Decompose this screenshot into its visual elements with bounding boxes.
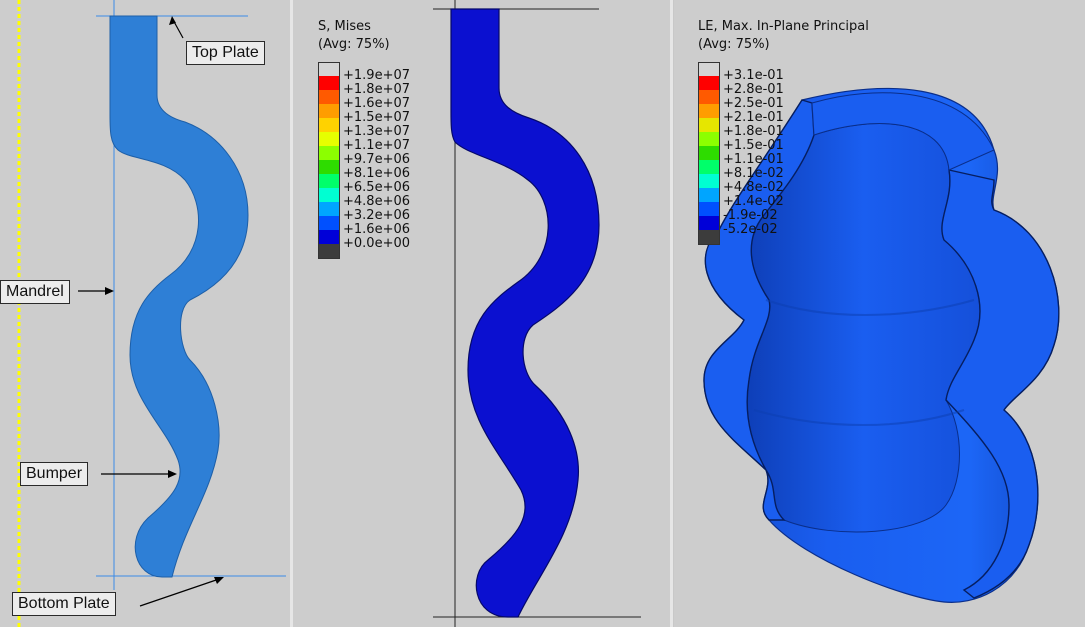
legend-tick-label: +1.6e+06 [343,222,410,237]
stress-legend-subtitle: (Avg: 75%) [318,37,390,52]
mandrel-callout: Mandrel [0,280,70,304]
legend-swatch [698,104,720,118]
strain-result-panel: LE, Max. In-Plane Principal (Avg: 75%) +… [674,0,1085,627]
legend-swatch [318,62,340,77]
legend-tick-label: +2.8e-01 [723,82,784,97]
bottom-plate-arrow [139,577,223,607]
legend-swatch [318,216,340,230]
legend-tick-label: +8.1e+06 [343,166,410,181]
legend-tick-label: +1.3e+07 [343,124,410,139]
top-plate-callout: Top Plate [186,41,265,65]
legend-tick-label: -1.9e-02 [723,208,778,223]
legend-swatch [698,216,720,230]
legend-tick-label: +1.9e+07 [343,68,410,83]
legend-tick-label: +1.5e+07 [343,110,410,125]
legend-tick-label: +1.8e+07 [343,82,410,97]
stress-legend-title: S, Mises [318,19,371,34]
legend-swatch [318,90,340,104]
legend-swatch [318,76,340,90]
legend-tick-label: +1.1e-01 [723,152,784,167]
bottom-plate-callout: Bottom Plate [12,592,116,616]
legend-tick-label: +1.8e-01 [723,124,784,139]
legend-tick-label: +1.5e-01 [723,138,784,153]
legend-swatch [318,118,340,132]
legend-swatch [698,174,720,188]
legend-swatch [318,188,340,202]
legend-tick-label: +6.5e+06 [343,180,410,195]
legend-swatch [698,188,720,202]
legend-swatch [318,132,340,146]
legend-tick-label: +8.1e-02 [723,166,784,181]
legend-tick-label: +3.1e-01 [723,68,784,83]
model-setup-panel: Top Plate Mandrel Bumper Bottom Plate [0,0,290,627]
legend-swatch [318,160,340,174]
legend-swatch [698,132,720,146]
legend-tick-label: +1.6e+07 [343,96,410,111]
legend-swatch [698,118,720,132]
legend-swatch [698,62,720,77]
strain-legend-title: LE, Max. In-Plane Principal [698,19,869,34]
legend-swatch [318,244,340,259]
legend-tick-label: +0.0e+00 [343,236,410,251]
legend-tick-label: -5.2e-02 [723,222,778,237]
legend-swatch [318,202,340,216]
legend-tick-label: +2.5e-01 [723,96,784,111]
legend-tick-label: +2.1e-01 [723,110,784,125]
legend-swatch [318,174,340,188]
legend-tick-label: +1.1e+07 [343,138,410,153]
legend-tick-label: +9.7e+06 [343,152,410,167]
model-setup-drawing [17,0,286,627]
stress-result-panel: S, Mises (Avg: 75%) +1.9e+07 +1.8e+07 +1… [293,0,670,627]
legend-swatch [698,230,720,245]
legend-tick-label: +1.4e-02 [723,194,784,209]
legend-swatch [698,76,720,90]
legend-swatch [318,104,340,118]
bumper-stress-contour [450,8,600,618]
panel-divider [670,0,673,627]
legend-tick-label: +3.2e+06 [343,208,410,223]
bumper-callout: Bumper [20,462,89,486]
legend-swatch [698,146,720,160]
legend-tick-label: +4.8e-02 [723,180,784,195]
legend-swatch [698,160,720,174]
bumper-profile [109,15,249,578]
legend-swatch [318,230,340,244]
legend-swatch [698,202,720,216]
strain-legend-subtitle: (Avg: 75%) [698,37,770,52]
legend-tick-label: +4.8e+06 [343,194,410,209]
legend-swatch [318,146,340,160]
legend-swatch [698,90,720,104]
